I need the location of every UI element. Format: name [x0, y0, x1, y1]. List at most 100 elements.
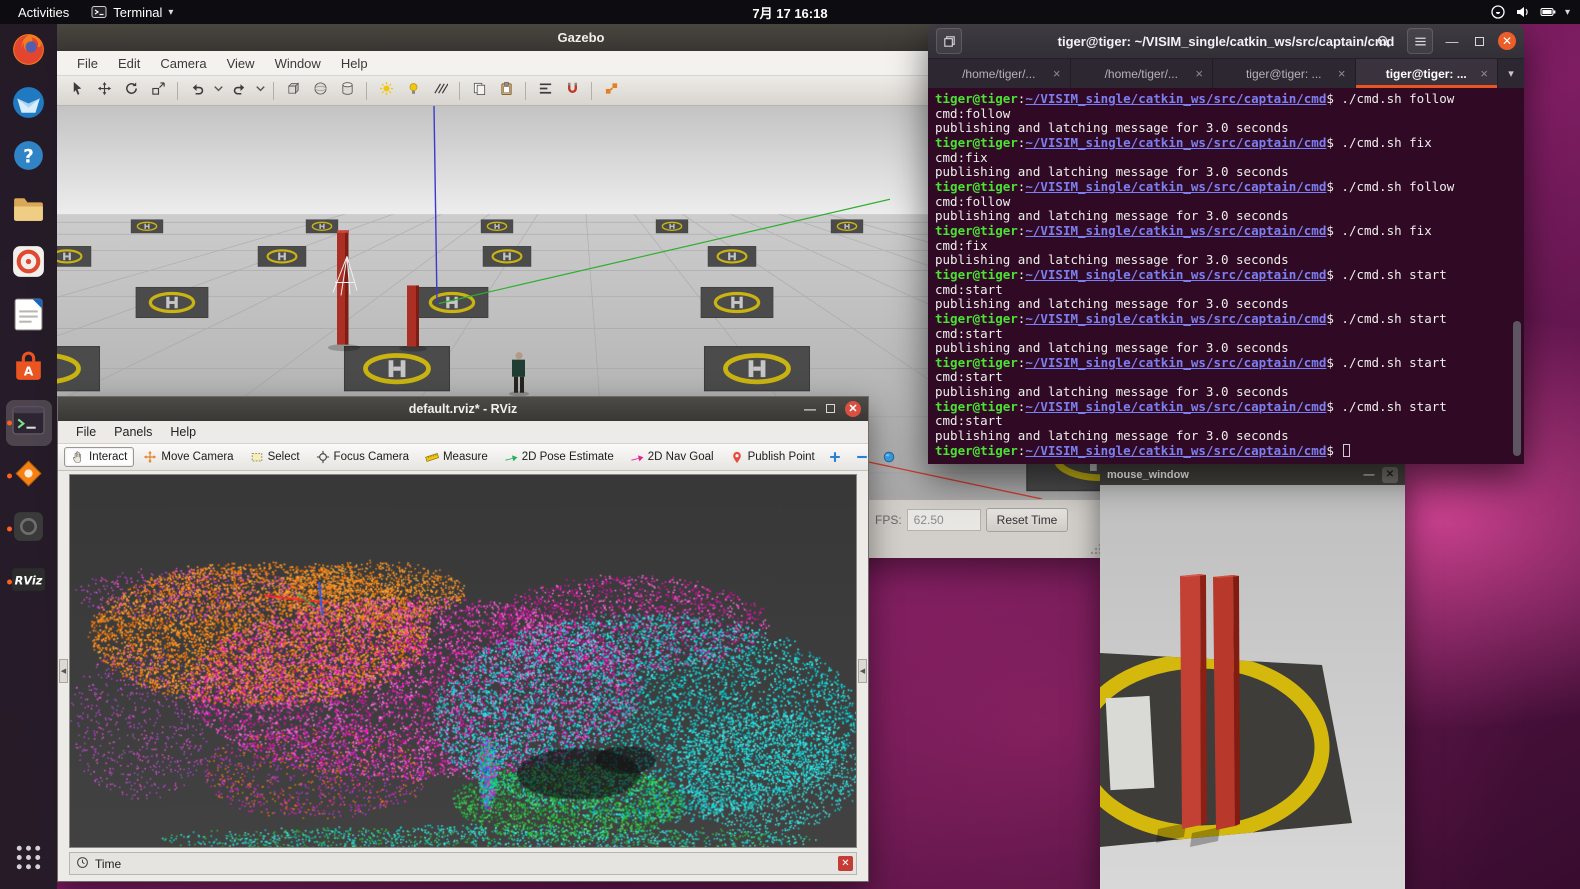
- close-button[interactable]: ✕: [1498, 32, 1516, 50]
- command-text: ./cmd.sh start: [1341, 399, 1446, 414]
- copy-button[interactable]: [467, 79, 491, 103]
- terminal-body[interactable]: tiger@tiger:~/VISIM_single/catkin_ws/src…: [928, 88, 1524, 464]
- align-button[interactable]: [533, 79, 557, 103]
- mouse-window-titlebar[interactable]: mouse_window — ✕: [1100, 464, 1405, 485]
- terminal-headerbar[interactable]: tiger@tiger: ~/VISIM_single/catkin_ws/sr…: [928, 24, 1524, 58]
- app-menu[interactable]: Terminal ▾: [81, 0, 183, 24]
- terminal-tab-1[interactable]: /home/tiger/...×: [928, 59, 1071, 88]
- clock[interactable]: 7月 17 16:18: [752, 3, 827, 22]
- close-button[interactable]: ✕: [845, 401, 861, 417]
- tool-2d-nav-goal[interactable]: 2D Nav Goal: [623, 447, 721, 467]
- menu-view[interactable]: View: [217, 54, 265, 73]
- undo-history-button[interactable]: [212, 79, 224, 103]
- ubuntu-software-icon: A: [10, 349, 47, 391]
- dock-item-terminal[interactable]: [6, 400, 52, 446]
- sphere-button[interactable]: [308, 79, 332, 103]
- prompt-user: tiger@tiger: [935, 311, 1018, 326]
- hand-icon: [71, 450, 85, 464]
- box-button[interactable]: [281, 79, 305, 103]
- status-circle-icon: [1490, 4, 1506, 20]
- dock-item-rhythmbox[interactable]: [6, 241, 52, 287]
- menu-file[interactable]: File: [68, 424, 104, 440]
- snap-button[interactable]: [560, 79, 584, 103]
- tool-publish-point[interactable]: Publish Point: [723, 447, 822, 467]
- dock-item-libreoffice-writer[interactable]: [6, 294, 52, 340]
- system-tray[interactable]: ▾: [1490, 0, 1576, 24]
- redo-button[interactable]: [227, 79, 251, 103]
- terminal-tab-bar: /home/tiger/...×/home/tiger/...×tiger@ti…: [928, 58, 1524, 88]
- output-text: publishing and latching message for 3.0 …: [935, 208, 1289, 223]
- libreoffice-writer-icon: [10, 296, 47, 338]
- minimize-button[interactable]: —: [1362, 469, 1376, 481]
- hamburger-menu-button[interactable]: [1407, 28, 1433, 54]
- terminal-tab-4[interactable]: tiger@tiger: ...×: [1356, 59, 1499, 88]
- terminal-scrollbar[interactable]: [1512, 88, 1522, 464]
- dock-item-help[interactable]: ?: [6, 135, 52, 181]
- menu-help[interactable]: Help: [162, 424, 204, 440]
- maximize-button[interactable]: [826, 402, 835, 416]
- prompt-user: tiger@tiger: [935, 399, 1018, 414]
- add-tool-button[interactable]: [824, 447, 846, 467]
- output-text: publishing and latching message for 3.0 …: [935, 120, 1289, 135]
- cursor-button[interactable]: [65, 79, 89, 103]
- volume-icon: [1515, 4, 1531, 20]
- tabs-dropdown-button[interactable]: ▾: [1498, 59, 1524, 88]
- reset-time-button[interactable]: Reset Time: [986, 508, 1069, 532]
- dock-item-files[interactable]: [6, 188, 52, 234]
- tab-close-icon[interactable]: ×: [1195, 66, 1203, 81]
- tool-interact[interactable]: Interact: [64, 447, 134, 467]
- time-panel-close-button[interactable]: ✕: [838, 856, 853, 871]
- dock-item-gazebo[interactable]: [6, 453, 52, 499]
- activities-button[interactable]: Activities: [8, 0, 79, 24]
- dock-item-gazebo-client[interactable]: [6, 506, 52, 552]
- left-panel-toggle[interactable]: ◀: [59, 659, 68, 683]
- redo-history-button[interactable]: [254, 79, 266, 103]
- menu-window[interactable]: Window: [265, 54, 331, 73]
- tool-move-camera[interactable]: Move Camera: [136, 447, 240, 467]
- right-panel-toggle[interactable]: ◀: [858, 659, 867, 683]
- dock-item-firefox[interactable]: [6, 29, 52, 75]
- copy-icon: [472, 81, 487, 101]
- mouse-window-viewport[interactable]: [1100, 485, 1405, 889]
- sun-light-button[interactable]: [374, 79, 398, 103]
- maximize-button[interactable]: [1471, 34, 1487, 49]
- dock-item-show-applications[interactable]: [6, 837, 52, 883]
- grid-lines-button[interactable]: [428, 79, 452, 103]
- rotate-button[interactable]: [119, 79, 143, 103]
- rviz-3d-viewport[interactable]: [70, 475, 856, 847]
- dock-item-rviz[interactable]: RViz: [6, 559, 52, 605]
- prompt-user: tiger@tiger: [935, 179, 1018, 194]
- minimize-button[interactable]: —: [1444, 34, 1460, 49]
- dock-item-thunderbird[interactable]: [6, 82, 52, 128]
- output-text: publishing and latching message for 3.0 …: [935, 296, 1289, 311]
- scrollbar-thumb[interactable]: [1513, 321, 1521, 456]
- tool-2d-pose-estimate[interactable]: 2D Pose Estimate: [497, 447, 621, 467]
- cylinder-button[interactable]: [335, 79, 359, 103]
- scale-button[interactable]: [146, 79, 170, 103]
- tab-close-icon[interactable]: ×: [1053, 66, 1061, 81]
- tool-select[interactable]: Select: [243, 447, 307, 467]
- menu-file[interactable]: File: [67, 54, 108, 73]
- minimize-button[interactable]: —: [804, 402, 816, 416]
- terminal-tab-3[interactable]: tiger@tiger: ...×: [1213, 59, 1356, 88]
- tab-close-icon[interactable]: ×: [1480, 66, 1488, 81]
- joint-button[interactable]: [599, 79, 623, 103]
- menu-panels[interactable]: Panels: [106, 424, 160, 440]
- point-light-button[interactable]: [401, 79, 425, 103]
- translate-button[interactable]: [92, 79, 116, 103]
- close-button[interactable]: ✕: [1382, 467, 1398, 483]
- undo-button[interactable]: [185, 79, 209, 103]
- tool-measure[interactable]: Measure: [418, 447, 495, 467]
- menu-help[interactable]: Help: [331, 54, 378, 73]
- minus-tool-button[interactable]: [851, 447, 873, 467]
- rviz-titlebar[interactable]: default.rviz* - RViz — ✕: [58, 397, 868, 421]
- new-window-button[interactable]: [936, 28, 962, 54]
- paste-button[interactable]: [494, 79, 518, 103]
- tab-close-icon[interactable]: ×: [1338, 66, 1346, 81]
- menu-edit[interactable]: Edit: [108, 54, 150, 73]
- tool-focus-camera[interactable]: Focus Camera: [309, 447, 416, 467]
- dock-item-ubuntu-software[interactable]: A: [6, 347, 52, 393]
- sphere-tool-button[interactable]: [878, 447, 900, 467]
- menu-camera[interactable]: Camera: [150, 54, 216, 73]
- terminal-tab-2[interactable]: /home/tiger/...×: [1071, 59, 1214, 88]
